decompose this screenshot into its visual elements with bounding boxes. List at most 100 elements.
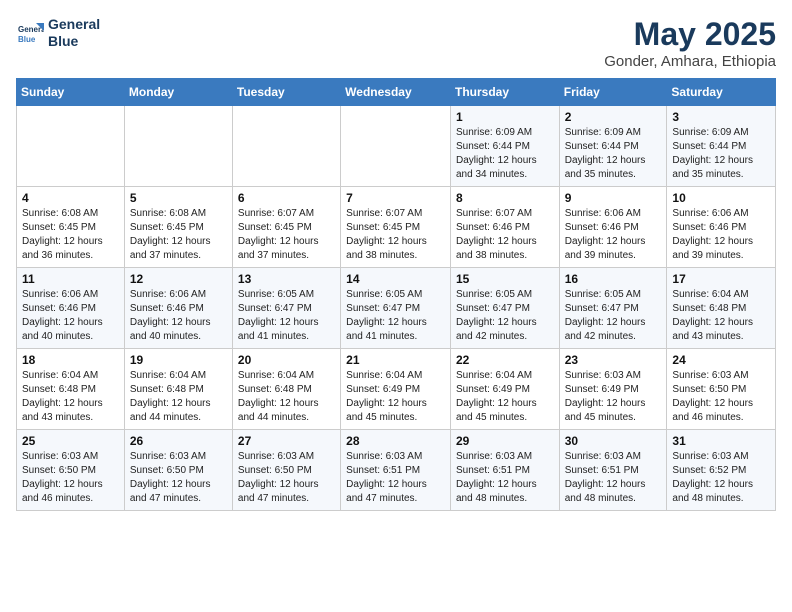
calendar-cell xyxy=(17,106,125,187)
day-info: Sunrise: 6:04 AM Sunset: 6:48 PM Dayligh… xyxy=(22,369,119,425)
day-info: Sunrise: 6:05 AM Sunset: 6:47 PM Dayligh… xyxy=(456,288,554,344)
calendar-header-row: SundayMondayTuesdayWednesdayThursdayFrid… xyxy=(17,79,776,106)
weekday-header: Monday xyxy=(124,79,232,106)
calendar-cell: 31 Sunrise: 6:03 AM Sunset: 6:52 PM Dayli… xyxy=(667,430,776,511)
calendar-cell: 27 Sunrise: 6:03 AM Sunset: 6:50 PM Dayli… xyxy=(232,430,340,511)
day-number: 2 xyxy=(565,110,662,124)
day-info: Sunrise: 6:04 AM Sunset: 6:48 PM Dayligh… xyxy=(130,369,227,425)
day-number: 25 xyxy=(22,434,119,448)
day-info: Sunrise: 6:09 AM Sunset: 6:44 PM Dayligh… xyxy=(565,126,662,182)
day-number: 10 xyxy=(672,191,770,205)
calendar-cell: 5 Sunrise: 6:08 AM Sunset: 6:45 PM Daylig… xyxy=(124,187,232,268)
day-number: 24 xyxy=(672,353,770,367)
calendar-cell: 6 Sunrise: 6:07 AM Sunset: 6:45 PM Daylig… xyxy=(232,187,340,268)
calendar-cell: 11Sunrise: 6:06 AM Sunset: 6:46 PM Dayli… xyxy=(17,268,125,349)
day-info: Sunrise: 6:09 AM Sunset: 6:44 PM Dayligh… xyxy=(672,126,770,182)
calendar-week-row: 4 Sunrise: 6:08 AM Sunset: 6:45 PM Daylig… xyxy=(17,187,776,268)
day-info: Sunrise: 6:03 AM Sunset: 6:51 PM Dayligh… xyxy=(456,450,554,506)
logo-line2: Blue xyxy=(48,33,100,50)
calendar-cell: 16 Sunrise: 6:05 AM Sunset: 6:47 PM Dayli… xyxy=(559,268,667,349)
day-info: Sunrise: 6:03 AM Sunset: 6:49 PM Dayligh… xyxy=(565,369,662,425)
day-info: Sunrise: 6:06 AM Sunset: 6:46 PM Dayligh… xyxy=(130,288,227,344)
day-number: 14 xyxy=(346,272,445,286)
weekday-header: Sunday xyxy=(17,79,125,106)
page-header: General Blue General Blue May 2025 Gonde… xyxy=(16,16,776,70)
calendar-cell: 4 Sunrise: 6:08 AM Sunset: 6:45 PM Daylig… xyxy=(17,187,125,268)
day-info: Sunrise: 6:03 AM Sunset: 6:51 PM Dayligh… xyxy=(346,450,445,506)
calendar-cell: 1 Sunrise: 6:09 AM Sunset: 6:44 PM Daylig… xyxy=(450,106,559,187)
day-number: 8 xyxy=(456,191,554,205)
calendar-cell: 29Sunrise: 6:03 AM Sunset: 6:51 PM Dayli… xyxy=(450,430,559,511)
day-info: Sunrise: 6:06 AM Sunset: 6:46 PM Dayligh… xyxy=(565,207,662,263)
day-number: 22 xyxy=(456,353,554,367)
day-info: Sunrise: 6:09 AM Sunset: 6:44 PM Dayligh… xyxy=(456,126,554,182)
logo: General Blue General Blue xyxy=(16,16,100,50)
calendar-cell xyxy=(124,106,232,187)
day-number: 16 xyxy=(565,272,662,286)
calendar-cell: 18 Sunrise: 6:04 AM Sunset: 6:48 PM Dayli… xyxy=(17,349,125,430)
calendar-cell: 20 Sunrise: 6:04 AM Sunset: 6:48 PM Dayli… xyxy=(232,349,340,430)
calendar-cell: 15 Sunrise: 6:05 AM Sunset: 6:47 PM Dayli… xyxy=(450,268,559,349)
title-block: May 2025 Gonder, Amhara, Ethiopia xyxy=(604,16,776,70)
day-number: 3 xyxy=(672,110,770,124)
svg-text:Blue: Blue xyxy=(18,35,36,44)
calendar-cell: 26 Sunrise: 6:03 AM Sunset: 6:50 PM Dayli… xyxy=(124,430,232,511)
calendar-week-row: 11Sunrise: 6:06 AM Sunset: 6:46 PM Dayli… xyxy=(17,268,776,349)
calendar-cell: 3 Sunrise: 6:09 AM Sunset: 6:44 PM Daylig… xyxy=(667,106,776,187)
calendar-cell: 13Sunrise: 6:05 AM Sunset: 6:47 PM Dayli… xyxy=(232,268,340,349)
day-info: Sunrise: 6:04 AM Sunset: 6:48 PM Dayligh… xyxy=(238,369,335,425)
day-number: 4 xyxy=(22,191,119,205)
day-info: Sunrise: 6:03 AM Sunset: 6:50 PM Dayligh… xyxy=(238,450,335,506)
calendar-cell: 12Sunrise: 6:06 AM Sunset: 6:46 PM Dayli… xyxy=(124,268,232,349)
calendar-cell: 22Sunrise: 6:04 AM Sunset: 6:49 PM Dayli… xyxy=(450,349,559,430)
calendar-cell: 10Sunrise: 6:06 AM Sunset: 6:46 PM Dayli… xyxy=(667,187,776,268)
weekday-header: Saturday xyxy=(667,79,776,106)
calendar-cell: 25 Sunrise: 6:03 AM Sunset: 6:50 PM Dayli… xyxy=(17,430,125,511)
calendar-cell: 14Sunrise: 6:05 AM Sunset: 6:47 PM Dayli… xyxy=(341,268,451,349)
calendar-cell: 24 Sunrise: 6:03 AM Sunset: 6:50 PM Dayli… xyxy=(667,349,776,430)
day-number: 18 xyxy=(22,353,119,367)
day-number: 5 xyxy=(130,191,227,205)
calendar-cell: 9 Sunrise: 6:06 AM Sunset: 6:46 PM Daylig… xyxy=(559,187,667,268)
day-number: 9 xyxy=(565,191,662,205)
calendar-cell: 2 Sunrise: 6:09 AM Sunset: 6:44 PM Daylig… xyxy=(559,106,667,187)
day-number: 15 xyxy=(456,272,554,286)
month-title: May 2025 xyxy=(604,16,776,53)
weekday-header: Thursday xyxy=(450,79,559,106)
day-info: Sunrise: 6:07 AM Sunset: 6:45 PM Dayligh… xyxy=(238,207,335,263)
day-info: Sunrise: 6:03 AM Sunset: 6:52 PM Dayligh… xyxy=(672,450,770,506)
day-number: 17 xyxy=(672,272,770,286)
calendar-cell xyxy=(341,106,451,187)
day-number: 13 xyxy=(238,272,335,286)
day-info: Sunrise: 6:03 AM Sunset: 6:50 PM Dayligh… xyxy=(672,369,770,425)
calendar-cell: 17 Sunrise: 6:04 AM Sunset: 6:48 PM Dayli… xyxy=(667,268,776,349)
calendar-week-row: 25 Sunrise: 6:03 AM Sunset: 6:50 PM Dayli… xyxy=(17,430,776,511)
day-info: Sunrise: 6:03 AM Sunset: 6:50 PM Dayligh… xyxy=(130,450,227,506)
day-number: 26 xyxy=(130,434,227,448)
day-info: Sunrise: 6:03 AM Sunset: 6:50 PM Dayligh… xyxy=(22,450,119,506)
calendar-week-row: 18 Sunrise: 6:04 AM Sunset: 6:48 PM Dayli… xyxy=(17,349,776,430)
weekday-header: Wednesday xyxy=(341,79,451,106)
day-number: 30 xyxy=(565,434,662,448)
day-number: 20 xyxy=(238,353,335,367)
day-info: Sunrise: 6:04 AM Sunset: 6:48 PM Dayligh… xyxy=(672,288,770,344)
day-number: 1 xyxy=(456,110,554,124)
day-number: 31 xyxy=(672,434,770,448)
calendar-cell: 23 Sunrise: 6:03 AM Sunset: 6:49 PM Dayli… xyxy=(559,349,667,430)
calendar-cell: 8 Sunrise: 6:07 AM Sunset: 6:46 PM Daylig… xyxy=(450,187,559,268)
day-info: Sunrise: 6:08 AM Sunset: 6:45 PM Dayligh… xyxy=(22,207,119,263)
weekday-header: Tuesday xyxy=(232,79,340,106)
calendar-cell: 28 Sunrise: 6:03 AM Sunset: 6:51 PM Dayli… xyxy=(341,430,451,511)
day-number: 27 xyxy=(238,434,335,448)
day-number: 28 xyxy=(346,434,445,448)
day-number: 21 xyxy=(346,353,445,367)
location-subtitle: Gonder, Amhara, Ethiopia xyxy=(604,53,776,70)
day-info: Sunrise: 6:05 AM Sunset: 6:47 PM Dayligh… xyxy=(565,288,662,344)
day-info: Sunrise: 6:04 AM Sunset: 6:49 PM Dayligh… xyxy=(346,369,445,425)
day-info: Sunrise: 6:08 AM Sunset: 6:45 PM Dayligh… xyxy=(130,207,227,263)
calendar-week-row: 1 Sunrise: 6:09 AM Sunset: 6:44 PM Daylig… xyxy=(17,106,776,187)
day-info: Sunrise: 6:07 AM Sunset: 6:46 PM Dayligh… xyxy=(456,207,554,263)
day-number: 7 xyxy=(346,191,445,205)
day-number: 23 xyxy=(565,353,662,367)
day-number: 6 xyxy=(238,191,335,205)
